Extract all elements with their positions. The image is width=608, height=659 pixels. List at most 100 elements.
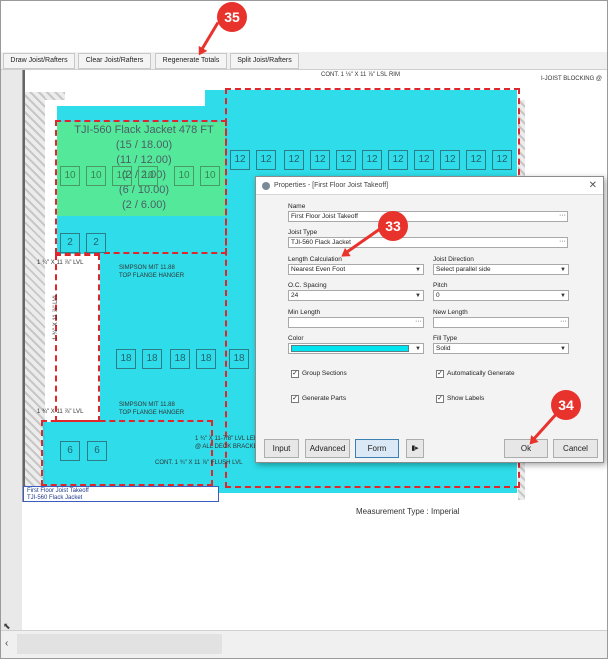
joist-direction-label: Joist Direction	[433, 256, 474, 263]
ellipsis-icon[interactable]: ···	[415, 318, 422, 326]
callout-badge-33: 33	[378, 211, 408, 241]
joist-count-cell: 18	[229, 349, 249, 369]
joist-count-cell: 10	[86, 166, 106, 186]
length-calc-select[interactable]: Nearest Even Foot ▼	[288, 264, 424, 275]
joist-count-cell: 6	[87, 441, 107, 461]
takeoff-line-6: (2 / 6.00)	[121, 199, 167, 211]
lvl-label-2: 1 ¾" X 11 ⅞" LVL	[37, 409, 84, 415]
form-button[interactable]: Form	[355, 439, 399, 458]
auto-generate-checkbox[interactable]: ✓	[436, 370, 444, 378]
rim-label: CONT. 1 ⅛" X 11 ⅞" LSL RIM	[321, 72, 400, 78]
length-calc-label: Length Calculation	[288, 256, 342, 263]
joist-count-cell: 2	[86, 233, 106, 253]
callout-badge-35: 35	[217, 2, 247, 32]
joist-toolbar: Draw Joist/Rafters Clear Joist/Rafters R…	[1, 52, 607, 70]
group-sections-checkbox[interactable]: ✓	[291, 370, 299, 378]
joist-type-value: TJI-560 Flack Jacket	[291, 239, 351, 246]
chevron-down-icon: ▼	[415, 267, 421, 273]
chevron-down-icon: ▼	[560, 346, 566, 352]
chevron-down-icon: ▼	[415, 346, 421, 352]
show-labels-checkbox[interactable]: ✓	[436, 395, 444, 403]
hanger-label-1: SIMPSON MIT 11.88	[119, 265, 175, 271]
joist-count-cell: 2	[60, 233, 80, 253]
ellipsis-icon[interactable]: ···	[560, 318, 567, 326]
fill-type-label: Fill Type	[433, 335, 458, 342]
joist-count-cell: 18	[196, 349, 216, 369]
scroll-left-icon[interactable]: ‹	[5, 638, 8, 649]
takeoff-line-1: TJI-560 Flack Jacket 478 FT	[74, 124, 214, 136]
joist-count-cell: 12	[466, 150, 486, 170]
fill-type-select[interactable]: Solid ▼	[433, 343, 569, 354]
app-icon	[262, 182, 270, 190]
fill-type-value: Solid	[436, 345, 451, 352]
chevron-down-icon: ▼	[415, 293, 421, 299]
joist-count-cell: 10	[60, 166, 80, 186]
split-joist-rafters-button[interactable]: Split Joist/Rafters	[230, 53, 299, 69]
hanger-label-2: SIMPSON MIT 11.88	[119, 402, 175, 408]
joist-count-cell: 12	[256, 150, 276, 170]
joist-count-cell: 18	[142, 349, 162, 369]
group-sections-label: Group Sections	[302, 370, 347, 377]
joist-direction-select[interactable]: Select parallel side ▼	[433, 264, 569, 275]
hanger-label-1b: TOP FLANGE HANGER	[119, 273, 185, 279]
layout-toggle-icon[interactable]: ▮▸	[406, 439, 424, 458]
callout-badge-34: 34	[551, 390, 581, 420]
joist-count-cell: 12	[284, 150, 304, 170]
lvl-label: 1 ¾" X 11 ⅞" LVL	[37, 260, 84, 266]
color-label: Color	[288, 335, 304, 342]
joist-count-cell: 12	[440, 150, 460, 170]
joist-count-cell: 10	[112, 166, 132, 186]
color-select[interactable]: ▼	[288, 343, 424, 354]
length-calc-value: Nearest Even Foot	[291, 266, 346, 273]
min-length-field[interactable]: ···	[288, 317, 424, 328]
dialog-title: Properties - [First Floor Joist Takeoff]	[274, 182, 389, 189]
advanced-button[interactable]: Advanced	[305, 439, 350, 458]
new-length-label: New Length	[433, 309, 468, 316]
oc-spacing-value: 24	[291, 292, 299, 299]
joist-count-cell: 12	[414, 150, 434, 170]
input-button[interactable]: Input	[264, 439, 299, 458]
joist-direction-value: Select parallel side	[436, 266, 491, 273]
mini-legend: First Floor Joist Takeoff TJI-560 Flack …	[23, 486, 219, 502]
joist-count-cell: 6	[60, 441, 80, 461]
generate-parts-checkbox[interactable]: ✓	[291, 395, 299, 403]
ellipsis-icon[interactable]: ···	[559, 238, 566, 246]
mini-legend-line-1: First Floor Joist Takeoff	[27, 488, 89, 494]
joist-count-cell: 12	[492, 150, 512, 170]
auto-generate-label: Automatically Generate	[447, 370, 515, 377]
color-swatch	[291, 345, 409, 352]
pitch-value: 0	[436, 292, 440, 299]
horizontal-scrollbar[interactable]: ‹	[1, 630, 607, 658]
chevron-down-icon: ▼	[560, 267, 566, 273]
joist-count-cell: 10	[200, 166, 220, 186]
measurement-type: Measurement Type : Imperial	[356, 507, 460, 516]
name-field[interactable]: First Floor Joist Takeoff ···	[288, 211, 568, 222]
new-length-field[interactable]: ···	[433, 317, 569, 328]
generate-parts-label: Generate Parts	[302, 395, 347, 402]
cancel-button[interactable]: Cancel	[553, 439, 598, 458]
expand-arrow-icon[interactable]: ⬉	[3, 621, 11, 632]
takeoff-line-2: (15 / 18.00)	[115, 139, 173, 151]
joist-count-cell: 18	[170, 349, 190, 369]
clear-joist-rafters-button[interactable]: Clear Joist/Rafters	[78, 53, 151, 69]
oc-spacing-select[interactable]: 24 ▼	[288, 290, 424, 301]
show-labels-label: Show Labels	[447, 395, 485, 402]
plan-border-line	[23, 70, 25, 502]
canvas-footer	[22, 502, 607, 630]
joist-type-field[interactable]: TJI-560 Flack Jacket ···	[288, 237, 568, 248]
pitch-label: Pitch	[433, 282, 448, 289]
lvl-vertical-label: 1 ¾" X 11 ⅞" LVL	[53, 293, 59, 340]
oc-spacing-label: O.C. Spacing	[288, 282, 327, 289]
joist-count-cell: 12	[310, 150, 330, 170]
close-icon[interactable]: ✕	[589, 177, 597, 195]
scrollbar-track[interactable]	[17, 634, 222, 654]
left-panel	[1, 70, 22, 630]
draw-joist-rafters-button[interactable]: Draw Joist/Rafters	[3, 53, 75, 69]
joist-count-cell: 18	[116, 349, 136, 369]
pitch-select[interactable]: 0 ▼	[433, 290, 569, 301]
hanger-label-2b: TOP FLANGE HANGER	[119, 410, 185, 416]
blocking-label: I-JOIST BLOCKING @	[541, 76, 602, 82]
ellipsis-icon[interactable]: ···	[559, 212, 566, 220]
joist-count-cell: 12	[388, 150, 408, 170]
regenerate-totals-button[interactable]: Regenerate Totals	[155, 53, 227, 69]
